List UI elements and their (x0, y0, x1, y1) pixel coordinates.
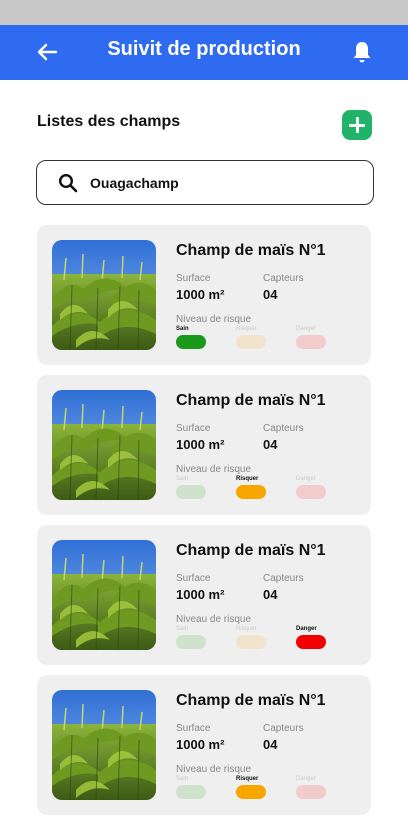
risk-sain-indicator (176, 485, 206, 499)
sensors-label: Capteurs (263, 423, 304, 434)
risk-risquer-label: Risquer (236, 326, 257, 332)
risk-level-label: Niveau de risque (176, 764, 252, 775)
surface-value: 1000 m² (176, 437, 225, 452)
surface-label: Surface (176, 423, 211, 434)
risk-risquer-label: Risquer (236, 626, 257, 632)
field-card[interactable]: Champ de maïs N°1 Surface 1000 m² Capteurs 0… (37, 225, 371, 365)
app-bar: Suivit de production (0, 25, 408, 80)
sensors-label: Capteurs (263, 723, 304, 734)
risk-sain-label: Sain (176, 626, 189, 632)
field-thumbnail (52, 390, 156, 500)
surface-value: 1000 m² (176, 737, 225, 752)
field-name: Champ de maïs N°1 (176, 542, 326, 559)
field-card[interactable]: Champ de maïs N°1 Surface 1000 m² Capteurs 0… (37, 525, 371, 665)
sensors-value: 04 (263, 737, 278, 752)
field-thumbnail (52, 690, 156, 800)
add-field-button[interactable] (342, 110, 372, 140)
field-thumbnail (52, 540, 156, 650)
risk-danger-label: Danger (296, 326, 316, 332)
risk-risquer-label: Risquer (236, 476, 259, 482)
page-title: Suivit de production (107, 38, 301, 60)
arrow-left-icon[interactable] (34, 39, 60, 65)
risk-danger-indicator (296, 335, 326, 349)
field-name: Champ de maïs N°1 (176, 692, 326, 709)
status-bar (0, 0, 408, 25)
surface-label: Surface (176, 273, 211, 284)
field-name: Champ de maïs N°1 (176, 392, 326, 409)
field-thumbnail (52, 240, 156, 350)
risk-danger-label: Danger (296, 626, 317, 632)
search-input[interactable] (90, 171, 350, 195)
search-icon (58, 173, 78, 193)
surface-value: 1000 m² (176, 287, 225, 302)
risk-danger-indicator (296, 785, 326, 799)
sensors-label: Capteurs (263, 273, 304, 284)
risk-risquer-indicator (236, 485, 266, 499)
risk-risquer-label: Risquer (236, 776, 259, 782)
surface-label: Surface (176, 723, 211, 734)
risk-risquer-indicator (236, 635, 266, 649)
risk-sain-label: Sain (176, 776, 189, 782)
sensors-label: Capteurs (263, 573, 304, 584)
risk-danger-indicator (296, 635, 326, 649)
risk-risquer-indicator (236, 785, 266, 799)
risk-danger-label: Danger (296, 476, 316, 482)
field-card[interactable]: Champ de maïs N°1 Surface 1000 m² Capteurs 0… (37, 675, 371, 815)
risk-sain-indicator (176, 635, 206, 649)
sensors-value: 04 (263, 587, 278, 602)
field-card[interactable]: Champ de maïs N°1 Surface 1000 m² Capteurs 0… (37, 375, 371, 515)
search-bar[interactable] (36, 160, 374, 205)
bell-icon[interactable] (350, 39, 374, 65)
risk-level-label: Niveau de risque (176, 464, 252, 475)
risk-sain-indicator (176, 335, 206, 349)
risk-danger-indicator (296, 485, 326, 499)
sensors-value: 04 (263, 437, 278, 452)
sensors-value: 04 (263, 287, 278, 302)
surface-label: Surface (176, 573, 211, 584)
surface-value: 1000 m² (176, 587, 225, 602)
section-title: Listes des champs (37, 113, 181, 130)
risk-level-label: Niveau de risque (176, 314, 252, 325)
risk-level-label: Niveau de risque (176, 614, 252, 625)
risk-risquer-indicator (236, 335, 266, 349)
risk-sain-indicator (176, 785, 206, 799)
risk-sain-label: Sain (176, 476, 189, 482)
risk-danger-label: Danger (296, 776, 316, 782)
risk-sain-label: Sain (176, 326, 189, 332)
field-name: Champ de maïs N°1 (176, 242, 326, 259)
